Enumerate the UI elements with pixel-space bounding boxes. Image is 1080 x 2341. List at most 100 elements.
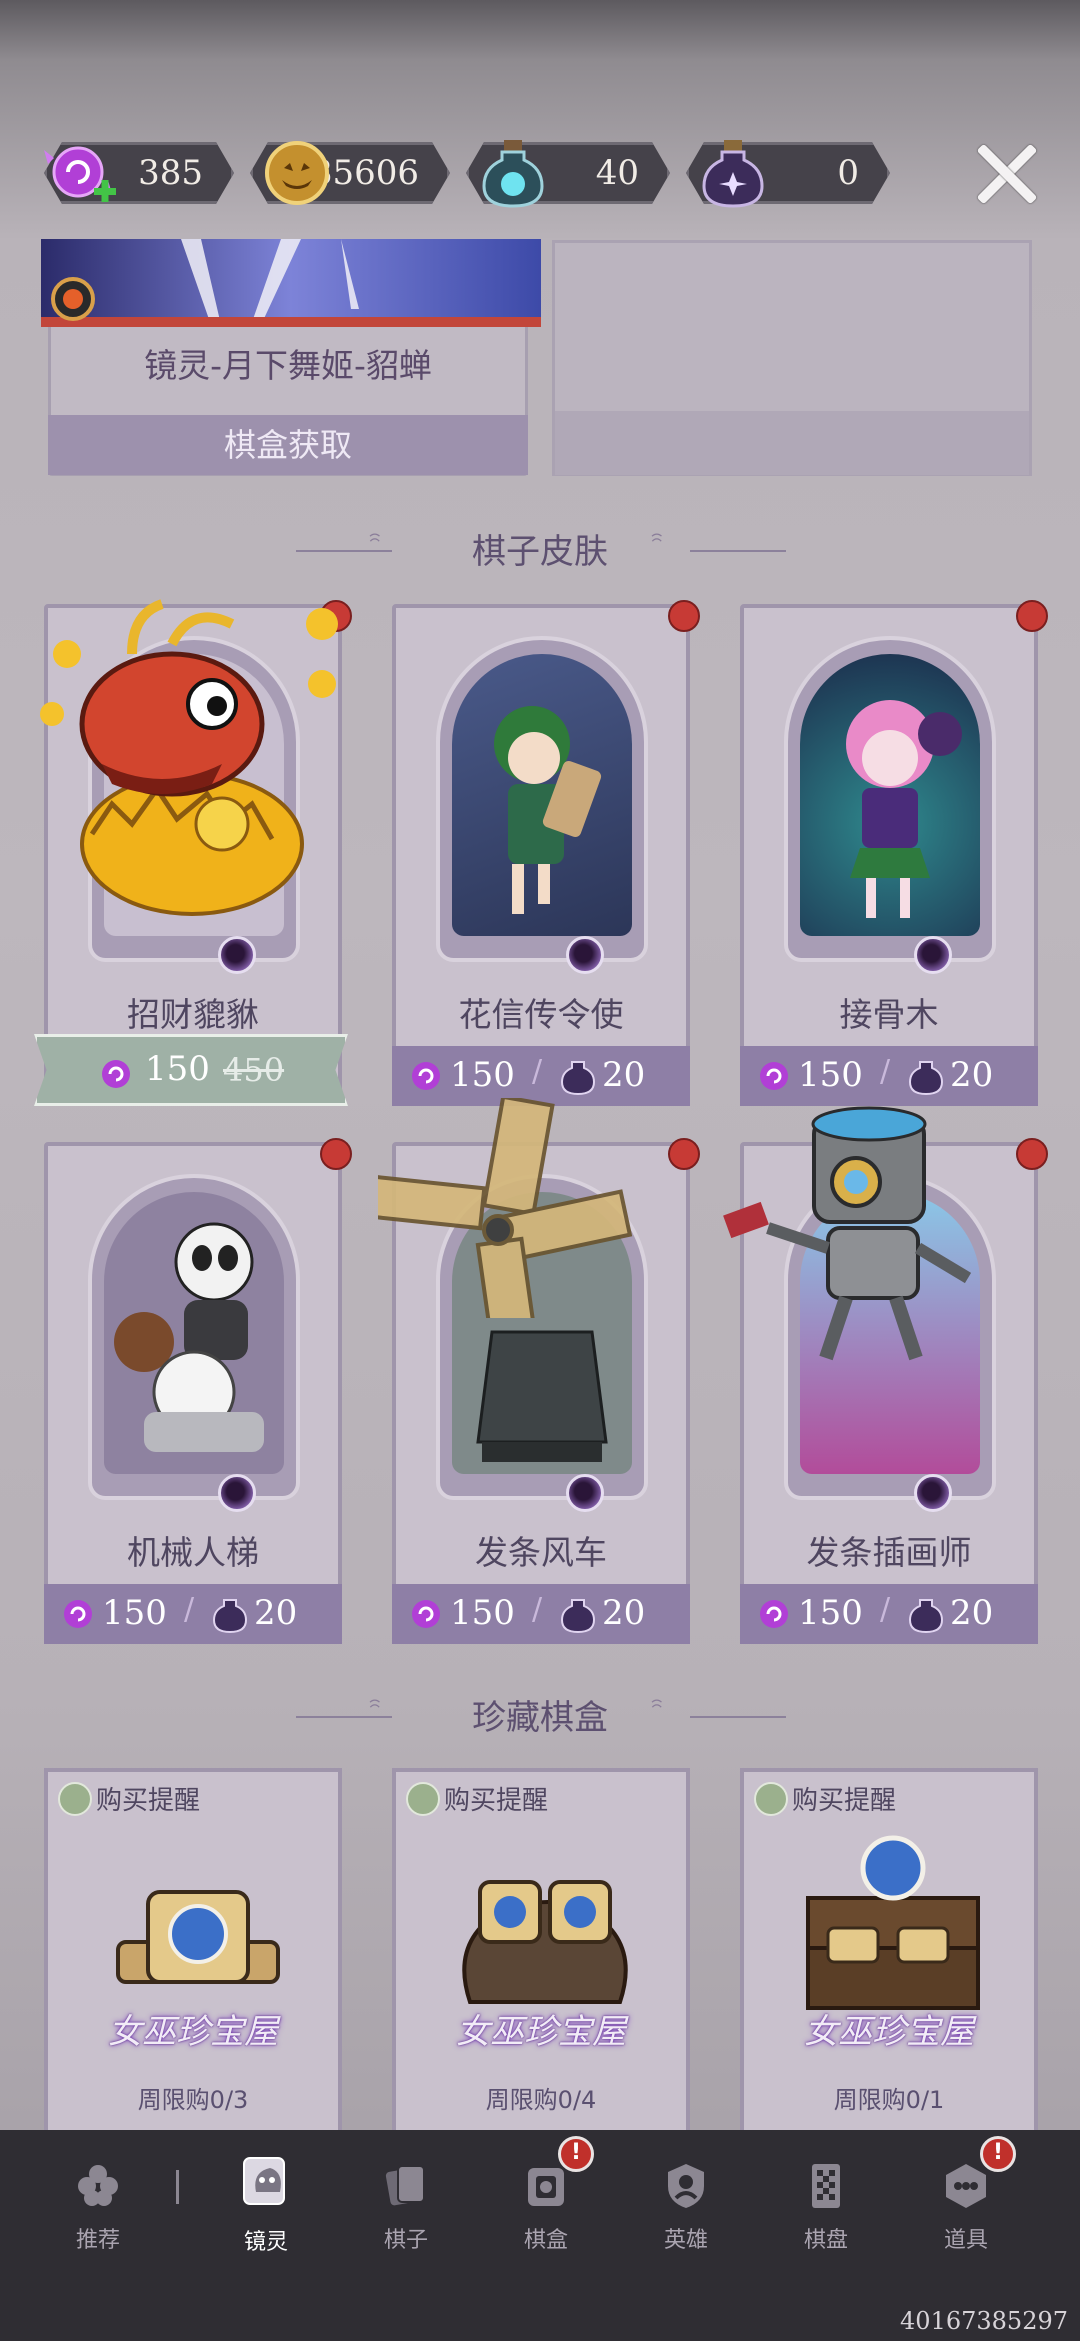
price-bar[interactable]: 150 / 20	[740, 1584, 1038, 1644]
skin-name: 花信传令使	[458, 995, 624, 1034]
skin-name: 接骨木	[839, 995, 939, 1034]
tab-recommend[interactable]: 推荐	[48, 2160, 148, 2254]
purchase-reminder-toggle[interactable]: 购买提醒	[754, 1780, 896, 1817]
reminder-label: 购买提醒	[444, 1786, 549, 1816]
purple-potion-icon	[212, 1599, 248, 1634]
skin-card[interactable]: 机械人梯 150 / 20	[44, 1138, 352, 1644]
potion-price: 20	[950, 1055, 994, 1095]
skin-card[interactable]: 接骨木 150 / 20	[740, 600, 1048, 1106]
mirror-spirit-icon	[243, 2157, 285, 2205]
purple-potion-icon	[560, 1599, 596, 1634]
candy-plus-icon[interactable]	[40, 136, 122, 212]
potion-price: 20	[602, 1593, 646, 1633]
candy-icon	[102, 1060, 130, 1088]
price-bar[interactable]: 150 / 20	[392, 1584, 690, 1644]
candy-price: 150	[450, 1055, 515, 1095]
candy-value: 385	[138, 153, 203, 193]
section-title-boxes: 珍藏棋盒	[472, 1698, 608, 1738]
checkbox-icon	[58, 1781, 92, 1816]
windmill-sails-art	[378, 1098, 633, 1318]
spirit-card[interactable]: 镜灵-月下舞姬-貂蝉 棋盒获取	[41, 239, 541, 476]
tab-board[interactable]: 棋盘	[776, 2160, 876, 2254]
price-bar[interactable]: 150 / 20	[740, 1046, 1038, 1106]
tab-mirror-spirit[interactable]: 镜灵	[216, 2157, 316, 2256]
tab-label: 推荐	[75, 2228, 120, 2253]
purple-potion-value: 0	[837, 153, 859, 193]
price-separator: /	[532, 1592, 543, 1627]
skin-card[interactable]: 花信传令使 150 / 20	[392, 600, 700, 1106]
tab-items[interactable]: 道具	[916, 2160, 1016, 2254]
original-price: 450	[223, 1051, 285, 1089]
skin-name: 机械人梯	[127, 1533, 259, 1572]
price-separator: /	[880, 1054, 891, 1089]
box-card[interactable]: 购买提醒 女巫珍宝屋 周限购0/1	[740, 1768, 1038, 2148]
alert-badge: !	[980, 2136, 1016, 2172]
skin-name: 招财貔貅	[127, 995, 259, 1034]
tile-sack-art	[462, 1880, 628, 2004]
robot-ladder-art	[114, 1222, 264, 1452]
rarity-orb-icon	[566, 936, 604, 974]
box-brand: 女巫珍宝屋	[804, 2012, 974, 2052]
box-brand: 女巫珍宝屋	[108, 2012, 278, 2052]
rarity-orb-icon	[914, 936, 952, 974]
tab-label: 镜灵	[243, 2230, 288, 2255]
price-bar[interactable]: 150 / 20	[392, 1046, 690, 1106]
skin-name: 发条风车	[475, 1533, 607, 1572]
messenger-art	[494, 706, 602, 914]
reminder-label: 购买提醒	[792, 1786, 897, 1816]
weekly-limit: 周限购0/3	[137, 2086, 249, 2114]
close-icon[interactable]	[972, 140, 1040, 208]
box-card[interactable]: 购买提醒 女巫珍宝屋 周限购0/4	[392, 1768, 690, 2148]
flower-icon	[78, 2165, 118, 2206]
sale-price: 150	[145, 1049, 210, 1089]
potion-price: 20	[950, 1593, 994, 1633]
spirit-portrait	[41, 239, 541, 327]
empty-slot-card	[552, 240, 1032, 476]
checkbox-icon	[406, 1781, 440, 1816]
nav-separator	[176, 2170, 179, 2204]
tab-chess-box[interactable]: 棋盒	[496, 2160, 596, 2254]
tab-label: 英雄	[663, 2228, 708, 2253]
elder-art	[846, 700, 962, 918]
purple-potion-icon	[908, 1061, 944, 1096]
spirit-name: 镜灵-月下舞姬-貂蝉	[144, 346, 432, 385]
box-card[interactable]: 购买提醒 女巫珍宝屋 周限购0/3	[44, 1768, 342, 2148]
spirit-source: 棋盒获取	[48, 415, 528, 475]
divider-right	[690, 550, 786, 552]
new-badge	[1016, 600, 1048, 632]
box-brand: 女巫珍宝屋	[456, 2012, 626, 2052]
purple-potion-icon	[702, 140, 764, 208]
painter-robot-art	[723, 1106, 972, 1361]
skin-portrait	[800, 654, 980, 936]
user-id: 40167385297	[900, 2307, 1068, 2335]
tab-label: 道具	[943, 2228, 988, 2253]
skin-name: 发条插画师	[806, 1533, 972, 1572]
alert-badge: !	[558, 2136, 594, 2172]
potion-price: 20	[602, 1055, 646, 1095]
price-separator: /	[184, 1592, 195, 1627]
cards-icon	[385, 2165, 425, 2206]
dragon-egg-art	[40, 599, 338, 916]
rarity-orb-icon	[218, 936, 256, 974]
sale-price-tag[interactable]: 150 450	[34, 1034, 348, 1106]
price-bar[interactable]: 150 / 20	[44, 1584, 342, 1644]
weekly-limit: 周限购0/4	[485, 2086, 597, 2114]
tab-hero[interactable]: 英雄	[636, 2160, 736, 2254]
candy-price: 150	[798, 1055, 863, 1095]
tab-label: 棋盒	[523, 2228, 568, 2253]
rarity-orb-icon	[914, 1474, 952, 1512]
tab-label: 棋子	[383, 2228, 428, 2253]
price-separator: /	[532, 1054, 543, 1089]
reminder-label: 购买提醒	[96, 1786, 201, 1816]
tile-box-art	[116, 1890, 280, 1984]
purchase-reminder-toggle[interactable]: 购买提醒	[406, 1780, 548, 1817]
tab-label: 棋盘	[803, 2228, 848, 2253]
candy-icon	[760, 1062, 788, 1090]
bottom-nav: 推荐 镜灵 棋子 棋盒 ! 英雄 棋盘 道具 ! 40167385297	[0, 2130, 1080, 2341]
purchase-reminder-toggle[interactable]: 购买提醒	[58, 1780, 200, 1817]
candy-icon	[412, 1062, 440, 1090]
weekly-limit: 周限购0/1	[833, 2086, 945, 2114]
candy-price: 150	[450, 1593, 515, 1633]
hero-icon	[668, 2164, 704, 2208]
tab-pieces[interactable]: 棋子	[356, 2160, 456, 2254]
